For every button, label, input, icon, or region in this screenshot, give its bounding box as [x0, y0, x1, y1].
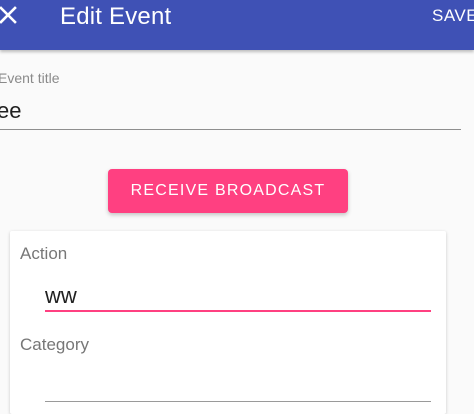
- event-title-underline: [0, 129, 461, 130]
- action-input-underline: [45, 310, 431, 312]
- category-label: Category: [20, 335, 89, 354]
- receive-broadcast-button[interactable]: RECEIVE BROADCAST: [108, 169, 348, 213]
- close-icon: [0, 6, 17, 24]
- close-button[interactable]: [0, 3, 22, 29]
- event-title-input[interactable]: ee: [0, 98, 21, 124]
- action-label: Action: [20, 244, 68, 263]
- save-button[interactable]: SAVE: [432, 6, 474, 26]
- app-bar: Edit Event SAVE: [0, 0, 474, 50]
- event-title-label: Event title: [0, 70, 60, 86]
- action-input[interactable]: ww: [45, 283, 77, 309]
- category-input[interactable]: [45, 401, 431, 402]
- page-title: Edit Event: [60, 3, 172, 30]
- broadcast-card: [10, 231, 446, 414]
